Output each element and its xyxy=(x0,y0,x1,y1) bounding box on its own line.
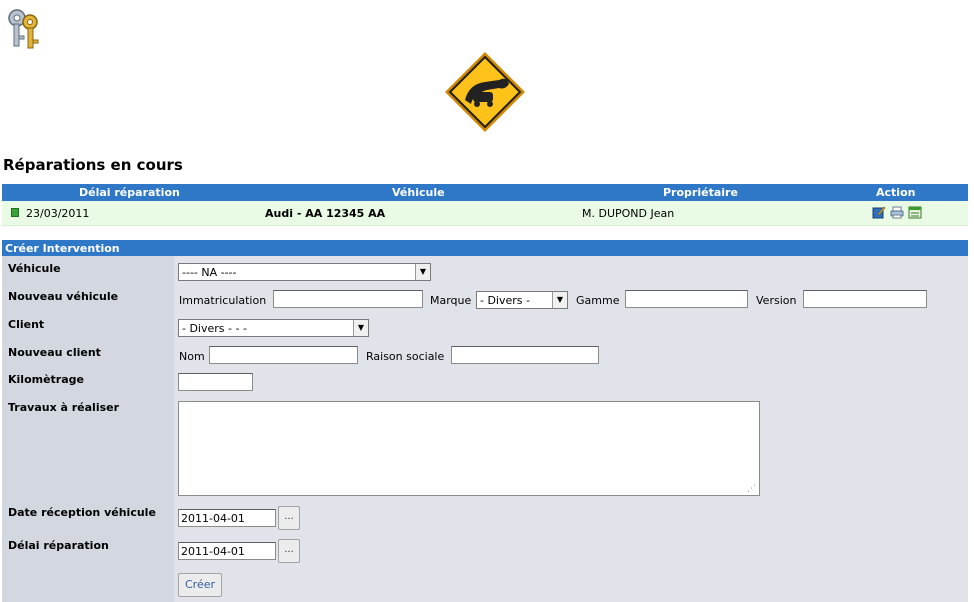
delai-reparation-label: Délai réparation xyxy=(8,539,109,552)
close-repair-icon[interactable] xyxy=(908,206,922,219)
print-icon[interactable] xyxy=(890,206,904,219)
date-reception-picker-button[interactable]: ... xyxy=(278,506,300,530)
client-select[interactable]: - Divers - - - ▼ xyxy=(178,319,369,337)
version-field[interactable] xyxy=(803,290,927,308)
chevron-down-icon: ▼ xyxy=(353,320,368,336)
marque-select-value: - Divers - xyxy=(480,294,530,307)
status-flag-icon xyxy=(11,208,19,217)
raison-sociale-label: Raison sociale xyxy=(366,350,445,363)
create-button[interactable]: Créer xyxy=(178,573,223,597)
chevron-down-icon: ▼ xyxy=(552,292,567,308)
keys-logo-icon xyxy=(4,6,46,50)
repairs-table-header: Délai réparation Véhicule Propriétaire A… xyxy=(2,184,968,201)
column-header-action: Action xyxy=(876,186,916,199)
marque-label: Marque xyxy=(430,294,472,307)
kilometrage-field[interactable] xyxy=(178,373,253,391)
version-label: Version xyxy=(756,294,797,307)
nouveau-client-label: Nouveau client xyxy=(8,346,101,359)
chevron-down-icon: ▼ xyxy=(415,264,430,280)
client-label: Client xyxy=(8,318,45,331)
create-intervention-form: Créer Intervention Véhicule ---- NA ----… xyxy=(2,240,968,602)
raison-sociale-field[interactable] xyxy=(451,346,599,364)
nom-field[interactable] xyxy=(209,346,358,364)
delai-reparation-field[interactable]: 2011-04-01 xyxy=(178,542,276,560)
nom-label: Nom xyxy=(179,350,205,363)
travaux-label: Travaux à réaliser xyxy=(8,401,120,414)
column-header-vehicule: Véhicule xyxy=(392,186,445,199)
immatriculation-label: Immatriculation xyxy=(179,294,267,307)
repairs-table: Délai réparation Véhicule Propriétaire A… xyxy=(2,184,968,226)
delai-reparation-picker-button[interactable]: ... xyxy=(278,539,300,563)
date-reception-field[interactable]: 2011-04-01 xyxy=(178,509,276,527)
vehicule-select[interactable]: ---- NA ---- ▼ xyxy=(178,263,431,281)
table-row[interactable]: 23/03/2011 Audi - AA 12345 AA M. DUPOND … xyxy=(2,201,968,226)
client-select-value: - Divers - - - xyxy=(182,322,247,335)
page-title: Réparations en cours xyxy=(3,156,183,174)
vehicule-label: Véhicule xyxy=(8,262,61,275)
gamme-label: Gamme xyxy=(576,294,620,307)
kilometrage-label: Kilomètrage xyxy=(8,373,84,386)
vehicule-select-value: ---- NA ---- xyxy=(182,266,237,279)
resize-grip-icon[interactable]: ⋰ xyxy=(747,484,756,494)
column-header-delai: Délai réparation xyxy=(79,186,180,199)
row-vehicule: Audi - AA 12345 AA xyxy=(265,207,386,220)
marque-select[interactable]: - Divers - ▼ xyxy=(476,291,568,309)
row-proprietaire: M. DUPOND Jean xyxy=(582,207,675,220)
travaux-textarea[interactable]: ⋰ xyxy=(178,401,760,496)
column-header-proprietaire: Propriétaire xyxy=(663,186,738,199)
gamme-field[interactable] xyxy=(625,290,748,308)
nouveau-vehicule-label: Nouveau véhicule xyxy=(8,290,119,303)
edit-icon[interactable] xyxy=(872,206,886,219)
repair-logo-icon xyxy=(443,50,527,134)
row-delai: 23/03/2011 xyxy=(26,207,90,220)
immatriculation-field[interactable] xyxy=(273,290,423,308)
date-reception-label: Date réception véhicule xyxy=(8,506,156,519)
form-title: Créer Intervention xyxy=(2,240,968,256)
